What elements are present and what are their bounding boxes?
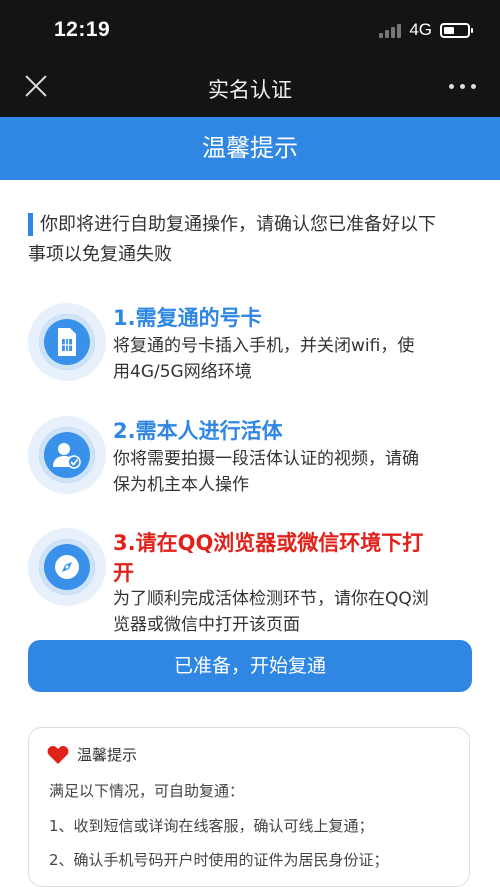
intro-line-1: 你即将进行自助复通操作，请确认您已准备好以下: [40, 214, 436, 235]
hero-title: 温馨提示: [202, 134, 298, 162]
tips-card-item: 2、确认手机号码开户时使用的证件为居民身份证；: [49, 851, 389, 869]
tips-card-header: 温馨提示: [47, 744, 137, 765]
step-icon-wrap: [28, 528, 106, 606]
step-sim-card: 1.需复通的号卡 将复通的号卡插入手机，并关闭wifi，使 用4G/5G网络环境: [28, 303, 473, 393]
step-browser-env: 3.请在QQ浏览器或微信环境下打 开 为了顺利完成活体检测环节，请你在QQ浏 览…: [28, 528, 473, 638]
status-indicators: 4G: [379, 20, 473, 40]
step-title: 3.请在QQ浏览器或微信环境下打 开: [113, 528, 473, 588]
step-desc-line-1: 为了顺利完成活体检测环节，请你在QQ浏: [113, 589, 429, 609]
page-title: 实名认证: [208, 78, 292, 102]
step-title: 1.需复通的号卡: [113, 306, 262, 330]
intro-line-2: 事项以免复通失败: [28, 244, 172, 265]
more-options-button[interactable]: [449, 84, 476, 89]
step-desc-line-2: 览器或微信中打开该页面: [113, 615, 300, 635]
step-title-line-2: 开: [113, 561, 134, 585]
step-desc-line-2: 用4G/5G网络环境: [113, 362, 252, 382]
step-desc: 你将需要拍摄一段活体认证的视频，请确 保为机主本人操作: [113, 446, 473, 498]
step-desc-line-1: 你将需要拍摄一段活体认证的视频，请确: [113, 449, 419, 469]
step-title: 2.需本人进行活体: [113, 419, 283, 443]
tips-card-intro: 满足以下情况，可自助复通：: [49, 782, 245, 800]
accent-bar: [28, 213, 33, 236]
step-desc-line-2: 保为机主本人操作: [113, 475, 249, 495]
intro-notice: 你即将进行自助复通操作，请确认您已准备好以下 事项以免复通失败: [28, 210, 473, 270]
tips-card-title: 温馨提示: [77, 746, 138, 764]
tips-card: 温馨提示 满足以下情况，可自助复通： 1、收到短信或详询在线客服，确认可线上复通…: [28, 727, 470, 887]
battery-icon: [440, 22, 473, 38]
start-restore-button[interactable]: 已准备，开始复通: [28, 640, 472, 692]
top-bar: 12:19 4G 实名认证: [0, 0, 500, 117]
network-type: 4G: [409, 20, 432, 39]
step-icon-wrap: [28, 416, 106, 494]
step-icon-wrap: [28, 303, 106, 381]
step-desc-line-1: 将复通的号卡插入手机，并关闭wifi，使: [113, 336, 415, 356]
heart-icon: [47, 745, 69, 764]
step-liveness: 2.需本人进行活体 你将需要拍摄一段活体认证的视频，请确 保为机主本人操作: [28, 416, 473, 506]
user-verify-icon: [39, 427, 95, 483]
hero-banner: 温馨提示: [0, 117, 500, 180]
sim-card-icon: [39, 314, 95, 370]
step-desc: 将复通的号卡插入手机，并关闭wifi，使 用4G/5G网络环境: [113, 333, 473, 385]
step-desc: 为了顺利完成活体检测环节，请你在QQ浏 览器或微信中打开该页面: [113, 586, 473, 638]
status-time: 12:19: [54, 18, 111, 41]
compass-icon: [39, 539, 95, 595]
signal-icon: [379, 22, 402, 38]
step-title-line-1: 3.请在QQ浏览器或微信环境下打: [113, 531, 424, 555]
tips-card-item: 1、收到短信或详询在线客服，确认可线上复通；: [49, 817, 374, 835]
